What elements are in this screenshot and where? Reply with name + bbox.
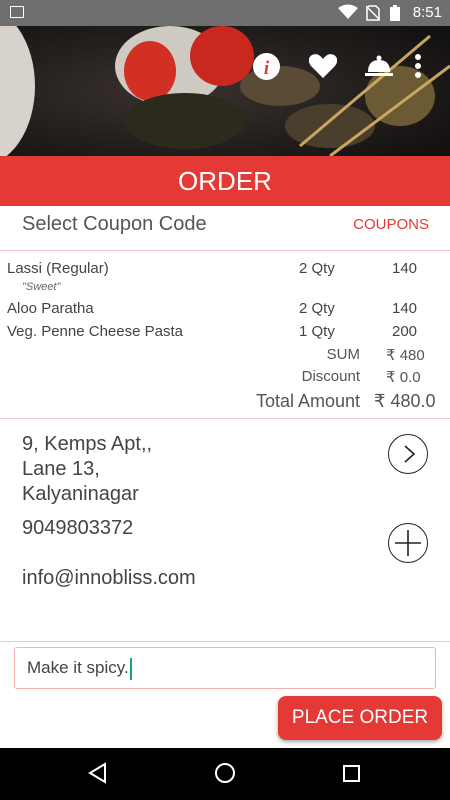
discount-label: Discount: [301, 368, 360, 385]
back-icon[interactable]: [88, 761, 108, 785]
item-price: 200: [392, 323, 418, 340]
divider: [0, 641, 450, 642]
cloche-icon[interactable]: [365, 53, 393, 79]
wifi-icon: [338, 4, 358, 19]
info-icon[interactable]: i: [253, 53, 280, 80]
address-line: Kalyaninagar: [22, 483, 139, 505]
coupons-link[interactable]: COUPONS: [353, 216, 429, 233]
sum-value: ₹ 480: [386, 347, 425, 364]
system-nav-bar: [0, 748, 450, 800]
special-instructions-input[interactable]: Make it spicy.: [14, 647, 436, 689]
item-qty: 2 Qty: [299, 300, 335, 317]
coupon-row[interactable]: Select Coupon Code COUPONS: [0, 206, 450, 251]
item-name: Lassi (Regular): [7, 260, 109, 277]
item-price: 140: [392, 300, 418, 317]
email-address: info@innobliss.com: [22, 567, 196, 589]
sum-label: SUM: [326, 346, 360, 363]
change-address-button[interactable]: [388, 434, 428, 474]
clock: 8:51: [412, 4, 442, 21]
item-qty: 2 Qty: [299, 260, 335, 277]
place-order-button[interactable]: PLACE ORDER: [278, 696, 442, 740]
add-contact-button[interactable]: [388, 523, 428, 563]
total-label: Total Amount: [255, 391, 360, 411]
status-bar: 8:51: [0, 0, 450, 26]
total-value: ₹ 480.0: [374, 391, 436, 411]
image-icon: [10, 6, 24, 18]
text-cursor: [129, 657, 132, 680]
svg-text:i: i: [264, 58, 270, 79]
phone-number: 9049803372: [22, 517, 134, 539]
order-items: Lassi (Regular) 2 Qty 140 "Sweet" Aloo P…: [0, 250, 450, 419]
food-photo: [0, 26, 450, 156]
more-vert-icon[interactable]: [414, 53, 422, 79]
plus-icon: [395, 530, 421, 556]
item-name: Veg. Penne Cheese Pasta: [7, 323, 183, 340]
delivery-address: 9, Kemps Apt,, Lane 13, Kalyaninagar: [22, 432, 152, 507]
address-line: Lane 13,: [22, 458, 100, 480]
no-sim-icon: [366, 5, 380, 21]
coupon-label[interactable]: Select Coupon Code: [22, 213, 207, 236]
item-qty: 1 Qty: [299, 323, 335, 340]
discount-value: ₹ 0.0: [386, 369, 421, 386]
item-note: "Sweet": [22, 281, 61, 293]
battery-icon: [390, 5, 400, 21]
chevron-right-icon: [404, 445, 416, 463]
recents-icon[interactable]: [342, 761, 362, 785]
home-icon[interactable]: [213, 761, 237, 785]
address-line: 9, Kemps Apt,,: [22, 433, 153, 455]
item-name: Aloo Paratha: [7, 300, 94, 317]
item-price: 140: [392, 260, 418, 277]
restaurant-hero-image: i: [0, 26, 450, 156]
page-title: ORDER: [0, 156, 450, 206]
heart-icon[interactable]: [309, 53, 337, 79]
input-value: Make it spicy.: [27, 658, 129, 677]
